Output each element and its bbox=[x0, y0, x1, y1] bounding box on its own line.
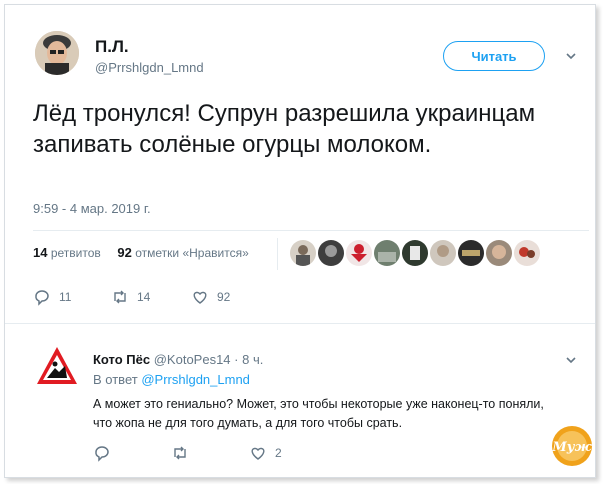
tweet-card: П.Л. @Prrshlgdn_Lmnd Читать Лёд тронулся… bbox=[4, 4, 596, 478]
author-handle[interactable]: @Prrshlgdn_Lmnd bbox=[95, 60, 204, 75]
tweet-text: Лёд тронулся! Супрун разрешила украинцам… bbox=[33, 100, 536, 158]
reply-tweet: Кото Пёс @KotoPes14 · 8 ч. В ответ @Prrs… bbox=[5, 323, 595, 477]
like-count: 92 bbox=[217, 290, 231, 304]
in-reply-handle-link[interactable]: @Prrshlgdn_Lmnd bbox=[141, 372, 250, 387]
liker-avatar[interactable] bbox=[486, 240, 512, 266]
liker-avatar[interactable] bbox=[290, 240, 316, 266]
retweets-stat[interactable]: 14 ретвитов bbox=[33, 245, 101, 260]
author-avatar[interactable] bbox=[35, 31, 79, 75]
reply-header: Кото Пёс @KotoPes14 · 8 ч. bbox=[93, 352, 263, 367]
reply-author-handle[interactable]: @KotoPes14 bbox=[154, 352, 231, 367]
reply-action[interactable]: 11 bbox=[33, 288, 71, 306]
reply-text: А может это гениально? Может, это чтобы … bbox=[93, 397, 544, 430]
follow-button[interactable]: Читать bbox=[443, 41, 545, 71]
liker-avatar[interactable] bbox=[458, 240, 484, 266]
retweet-icon[interactable] bbox=[171, 444, 189, 462]
reply-count: 11 bbox=[59, 290, 72, 304]
reply-icon[interactable] bbox=[93, 444, 111, 462]
retweet-action[interactable]: 14 bbox=[111, 288, 150, 306]
reply-time[interactable]: · 8 ч. bbox=[234, 352, 263, 367]
liker-avatar[interactable] bbox=[318, 240, 344, 266]
heart-icon[interactable] bbox=[249, 444, 267, 462]
chevron-down-icon[interactable] bbox=[565, 354, 577, 366]
watermark-logo: Муж bbox=[551, 426, 593, 466]
in-reply-to: В ответ @Prrshlgdn_Lmnd bbox=[93, 372, 250, 387]
likes-stat[interactable]: 92 отметки «Нравится» bbox=[117, 245, 248, 260]
like-action[interactable]: 2 bbox=[249, 444, 282, 462]
retweet-icon[interactable] bbox=[111, 288, 129, 306]
like-action[interactable]: 92 bbox=[191, 288, 230, 306]
reply-icon[interactable] bbox=[33, 288, 51, 306]
warning-sign-icon[interactable] bbox=[35, 344, 79, 388]
reply-author-name[interactable]: Кото Пёс bbox=[93, 352, 150, 367]
chevron-down-icon[interactable] bbox=[565, 50, 577, 62]
retweet-action[interactable] bbox=[171, 444, 189, 462]
reply-action[interactable] bbox=[93, 444, 111, 462]
liker-avatar[interactable] bbox=[374, 240, 400, 266]
heart-icon[interactable] bbox=[191, 288, 209, 306]
tweet-timestamp[interactable]: 9:59 - 4 мар. 2019 г. bbox=[33, 201, 151, 216]
retweet-count: 14 bbox=[137, 290, 151, 304]
liker-avatar[interactable] bbox=[346, 240, 372, 266]
author-name[interactable]: П.Л. bbox=[95, 37, 129, 57]
liker-avatar[interactable] bbox=[430, 240, 456, 266]
svg-text:Муж: Муж bbox=[551, 440, 592, 455]
stats-divider bbox=[277, 238, 278, 270]
divider bbox=[33, 230, 589, 231]
liker-avatar[interactable] bbox=[402, 240, 428, 266]
liker-avatar[interactable] bbox=[514, 240, 540, 266]
engagement-stats: 14 ретвитов 92 отметки «Нравится» bbox=[33, 245, 249, 260]
reply-like-count: 2 bbox=[275, 446, 282, 460]
